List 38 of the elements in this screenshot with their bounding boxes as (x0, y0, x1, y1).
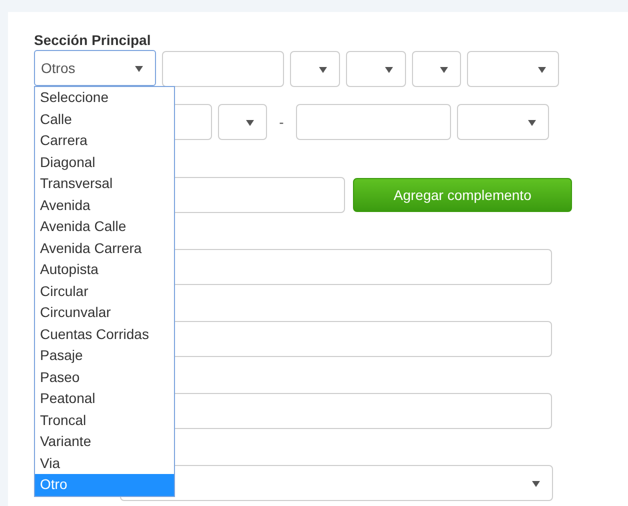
dropdown-field[interactable] (346, 50, 406, 86)
caret-icon (528, 120, 536, 126)
dropdown-option[interactable]: Cuentas Corridas (35, 324, 174, 345)
dropdown-option[interactable]: Calle (35, 108, 174, 130)
dropdown-option[interactable]: Autopista (35, 259, 174, 280)
dropdown-option[interactable]: Circunvalar (35, 302, 174, 324)
text-field[interactable] (296, 104, 451, 140)
dropdown-option[interactable]: Avenida Calle (35, 216, 174, 238)
dropdown-field[interactable] (467, 50, 559, 86)
caret-icon (135, 66, 143, 72)
dropdown-field[interactable] (412, 50, 461, 86)
text-field[interactable] (162, 50, 284, 86)
road-type-select[interactable]: Otros (34, 50, 156, 86)
caret-icon (385, 66, 393, 72)
caret-icon (532, 480, 540, 486)
caret-icon (440, 66, 448, 72)
dropdown-option[interactable]: Seleccione (35, 87, 174, 108)
caret-icon (319, 66, 327, 72)
dropdown-option[interactable]: Avenida (35, 194, 174, 216)
dropdown-option[interactable]: Variante (35, 431, 174, 452)
separator-text: - (278, 114, 285, 130)
caret-icon (246, 120, 254, 126)
dropdown-option[interactable]: Via (35, 452, 174, 474)
dropdown-option[interactable]: Carrera (35, 130, 174, 152)
dropdown-field[interactable] (218, 104, 267, 140)
dropdown-option[interactable]: Troncal (35, 410, 174, 431)
dropdown-field[interactable] (290, 50, 340, 86)
dropdown-field[interactable] (457, 104, 549, 140)
dropdown-option[interactable]: Paseo (35, 366, 174, 388)
dropdown-option[interactable]: Circular (35, 280, 174, 302)
caret-icon (538, 66, 546, 72)
select-value: Otros (41, 60, 76, 76)
section-title: Sección Principal (34, 32, 152, 48)
dropdown-option[interactable]: Peatonal (35, 388, 174, 410)
dropdown-option[interactable]: Diagonal (35, 152, 174, 173)
dropdown-option[interactable]: Pasaje (35, 345, 174, 366)
dropdown-option[interactable]: Avenida Carrera (35, 238, 174, 259)
dropdown-option[interactable]: Transversal (35, 173, 174, 194)
